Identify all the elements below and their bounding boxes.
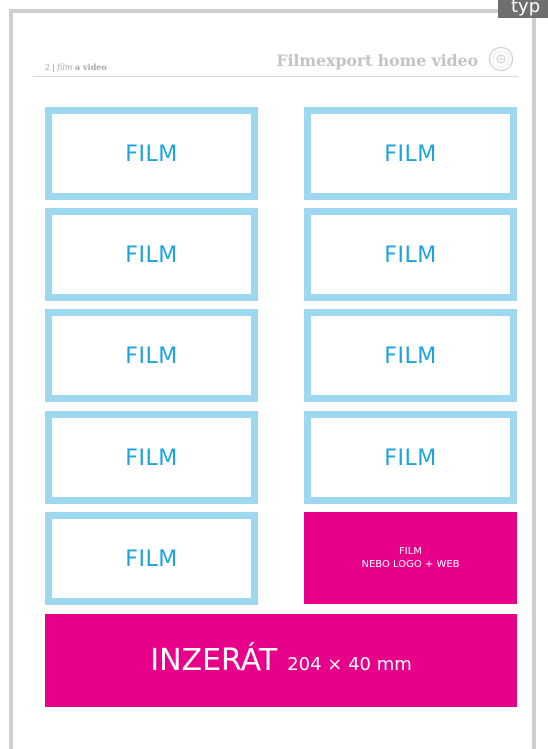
page-header: 2 | film a video Filmexport home video [33,42,518,77]
film-tile: FILM [45,208,258,301]
film-tile: FILM [304,208,517,301]
film-tile: FILM [304,411,517,504]
promo-line-2: NEBO LOGO + WEB [361,559,460,570]
page-number: 2 [45,63,51,72]
film-tile-label: FILM [125,344,178,369]
film-tile: FILM [304,309,517,402]
film-tile-label: FILM [384,142,437,167]
section-italic: film [57,63,73,72]
section-rest: a video [75,62,107,72]
film-tile-label: FILM [384,446,437,471]
promo-box: FILM NEBO LOGO + WEB [304,512,517,604]
film-tile-label: FILM [125,547,178,572]
film-tile: FILM [45,107,258,200]
film-tile-label: FILM [125,446,178,471]
page-number-label: 2 | film a video [45,62,107,72]
corner-tag: typ [498,0,548,18]
film-tile-label: FILM [384,243,437,268]
film-tile-label: FILM [125,142,178,167]
film-tile-label: FILM [384,344,437,369]
film-tile: FILM [304,107,517,200]
film-tile-label: FILM [125,243,178,268]
header-divider: | [52,62,56,72]
ad-banner-title: INZERÁT [150,643,278,678]
promo-line-1: FILM [399,546,422,557]
seal-icon [488,46,514,72]
film-tile: FILM [45,411,258,504]
magazine-title: Filmexport home video [276,51,478,70]
ad-banner: INZERÁT 204 × 40 mm [45,614,517,707]
film-tile: FILM [45,512,258,605]
film-tile: FILM [45,309,258,402]
ad-banner-size: 204 × 40 mm [287,654,412,675]
